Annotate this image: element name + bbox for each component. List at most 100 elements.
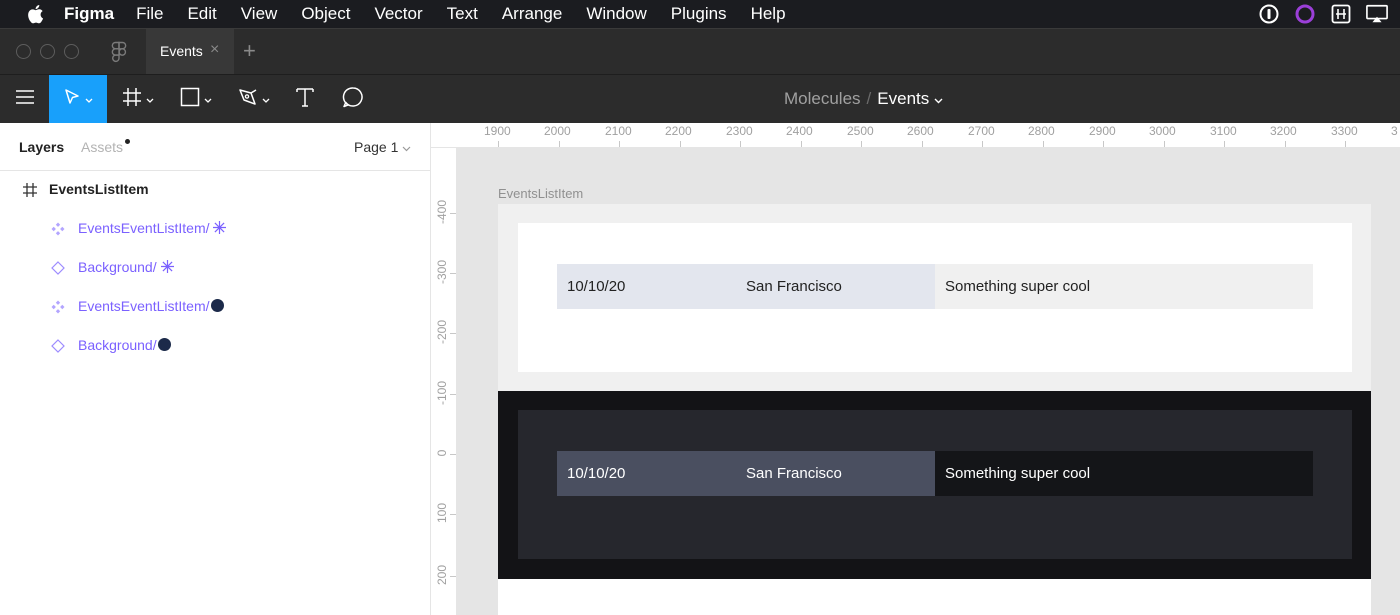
frame-light[interactable]: 10/10/20 San Francisco Something super c…: [498, 204, 1371, 391]
ruler-tick: [1103, 141, 1104, 147]
tab-close-icon[interactable]: ×: [210, 41, 219, 59]
ruler-label: 2800: [1028, 124, 1055, 138]
layer-item-component[interactable]: EventsEventListItem/: [0, 289, 430, 325]
move-tool-button[interactable]: [49, 75, 107, 124]
layer-item-instance[interactable]: Background/: [0, 250, 430, 286]
ruler-label: 2000: [544, 124, 571, 138]
menu-view[interactable]: View: [241, 4, 278, 24]
ruler-label: 2400: [786, 124, 813, 138]
ruler-tick: [450, 576, 456, 577]
ruler-tick: [922, 141, 923, 147]
breadcrumb-project[interactable]: Molecules: [784, 89, 861, 108]
rectangle-tool-icon: [180, 87, 200, 112]
window-maximize-button[interactable]: [64, 44, 79, 59]
tab-label: Events: [160, 43, 203, 59]
frame-tool-button[interactable]: [112, 75, 164, 124]
breadcrumb-separator: /: [866, 89, 872, 108]
menu-edit[interactable]: Edit: [187, 4, 216, 24]
status-tray: [1258, 3, 1388, 25]
window-close-button[interactable]: [16, 44, 31, 59]
ruler-label: -400: [435, 199, 449, 225]
menu-arrange[interactable]: Arrange: [502, 4, 562, 24]
comment-tool-button[interactable]: [336, 75, 370, 124]
layer-label: EventsEventListItem/: [78, 220, 227, 236]
menu-text[interactable]: Text: [447, 4, 478, 24]
layer-label: Background/: [78, 337, 171, 353]
ruler-tick: [1345, 141, 1346, 147]
ruler-label: 3100: [1210, 124, 1237, 138]
ruler-tick: [498, 141, 499, 147]
ruler-tick: [450, 213, 456, 214]
menu-vector[interactable]: Vector: [374, 4, 422, 24]
layer-item-instance[interactable]: Background/: [0, 328, 430, 364]
layer-item-frame[interactable]: EventsListItem: [0, 172, 430, 208]
frame-dark[interactable]: 10/10/20 San Francisco Something super c…: [498, 391, 1371, 579]
sun-icon: [157, 259, 174, 275]
tab-layers[interactable]: Layers: [19, 139, 64, 155]
ruler-tick: [450, 273, 456, 274]
text-tool-button[interactable]: [288, 75, 322, 124]
ruler-vertical: -400 -300 -200 -100 0 100 200: [431, 148, 457, 615]
event-list-item-dark[interactable]: 10/10/20 San Francisco Something super c…: [557, 451, 1313, 496]
menu-plugins[interactable]: Plugins: [671, 4, 727, 24]
ruler-label: 3300: [1331, 124, 1358, 138]
frame-partial[interactable]: [498, 579, 1371, 615]
tab-events[interactable]: Events ×: [146, 29, 234, 74]
ruler-tick: [1285, 141, 1286, 147]
menu-icon: [15, 90, 34, 109]
ruler-tick: [559, 141, 560, 147]
apple-icon[interactable]: [24, 3, 46, 25]
shape-tool-button[interactable]: [170, 75, 222, 124]
instance-icon: [49, 259, 67, 277]
figma-logo-icon[interactable]: [110, 41, 128, 63]
frame-label[interactable]: EventsListItem: [498, 186, 583, 201]
page-select[interactable]: Page 1: [354, 139, 411, 155]
canvas[interactable]: EventsListItem 10/10/20 San Francisco So…: [457, 148, 1400, 615]
event-date: 10/10/20: [557, 451, 746, 496]
background-light[interactable]: 10/10/20 San Francisco Something super c…: [518, 223, 1352, 372]
onepassword-icon[interactable]: [1258, 3, 1280, 25]
ruler-label: 2900: [1089, 124, 1116, 138]
ruler-label: 2100: [605, 124, 632, 138]
event-title: Something super cool: [935, 451, 1313, 496]
ruler-label: 2500: [847, 124, 874, 138]
comment-tool-icon: [342, 86, 364, 113]
chevron-down-icon[interactable]: [934, 89, 943, 108]
event-list-item-light[interactable]: 10/10/20 San Francisco Something super c…: [557, 264, 1313, 309]
ruler-tick: [1043, 141, 1044, 147]
ruler-label: -300: [435, 259, 449, 285]
toolbar: Molecules / Events: [0, 74, 1400, 124]
ruler-tick: [450, 394, 456, 395]
airplay-icon[interactable]: [1366, 3, 1388, 25]
keyboard-icon[interactable]: [1330, 3, 1352, 25]
instance-icon: [49, 337, 67, 355]
move-tool-icon: [63, 88, 81, 111]
window-minimize-button[interactable]: [40, 44, 55, 59]
ruler-label: 2200: [665, 124, 692, 138]
breadcrumb-file[interactable]: Events: [877, 89, 929, 108]
creative-cloud-icon[interactable]: [1294, 3, 1316, 25]
tab-assets[interactable]: Assets: [81, 139, 123, 155]
ruler-tick: [1164, 141, 1165, 147]
layer-item-component[interactable]: EventsEventListItem/: [0, 211, 430, 247]
menu-window[interactable]: Window: [586, 4, 646, 24]
layer-label: Background/: [78, 259, 174, 275]
text-tool-icon: [296, 87, 314, 112]
new-tab-button[interactable]: +: [243, 38, 256, 64]
main-menu-button[interactable]: [0, 75, 49, 124]
app-name[interactable]: Figma: [64, 4, 114, 24]
chevron-down-icon: [262, 91, 270, 109]
menu-object[interactable]: Object: [301, 4, 350, 24]
menu-file[interactable]: File: [136, 4, 163, 24]
pen-tool-button[interactable]: [228, 75, 280, 124]
background-dark[interactable]: 10/10/20 San Francisco Something super c…: [518, 410, 1352, 559]
ruler-label: 3000: [1149, 124, 1176, 138]
ruler-label: 3: [1391, 124, 1398, 138]
ruler-label: 2700: [968, 124, 995, 138]
ruler-label: 100: [435, 502, 449, 524]
event-location: San Francisco: [746, 451, 935, 496]
menu-help[interactable]: Help: [751, 4, 786, 24]
menu-bar: Figma File Edit View Object Vector Text …: [0, 0, 1400, 28]
panel-tabs: Layers Assets Page 1: [0, 123, 430, 171]
ruler-label: 2600: [907, 124, 934, 138]
